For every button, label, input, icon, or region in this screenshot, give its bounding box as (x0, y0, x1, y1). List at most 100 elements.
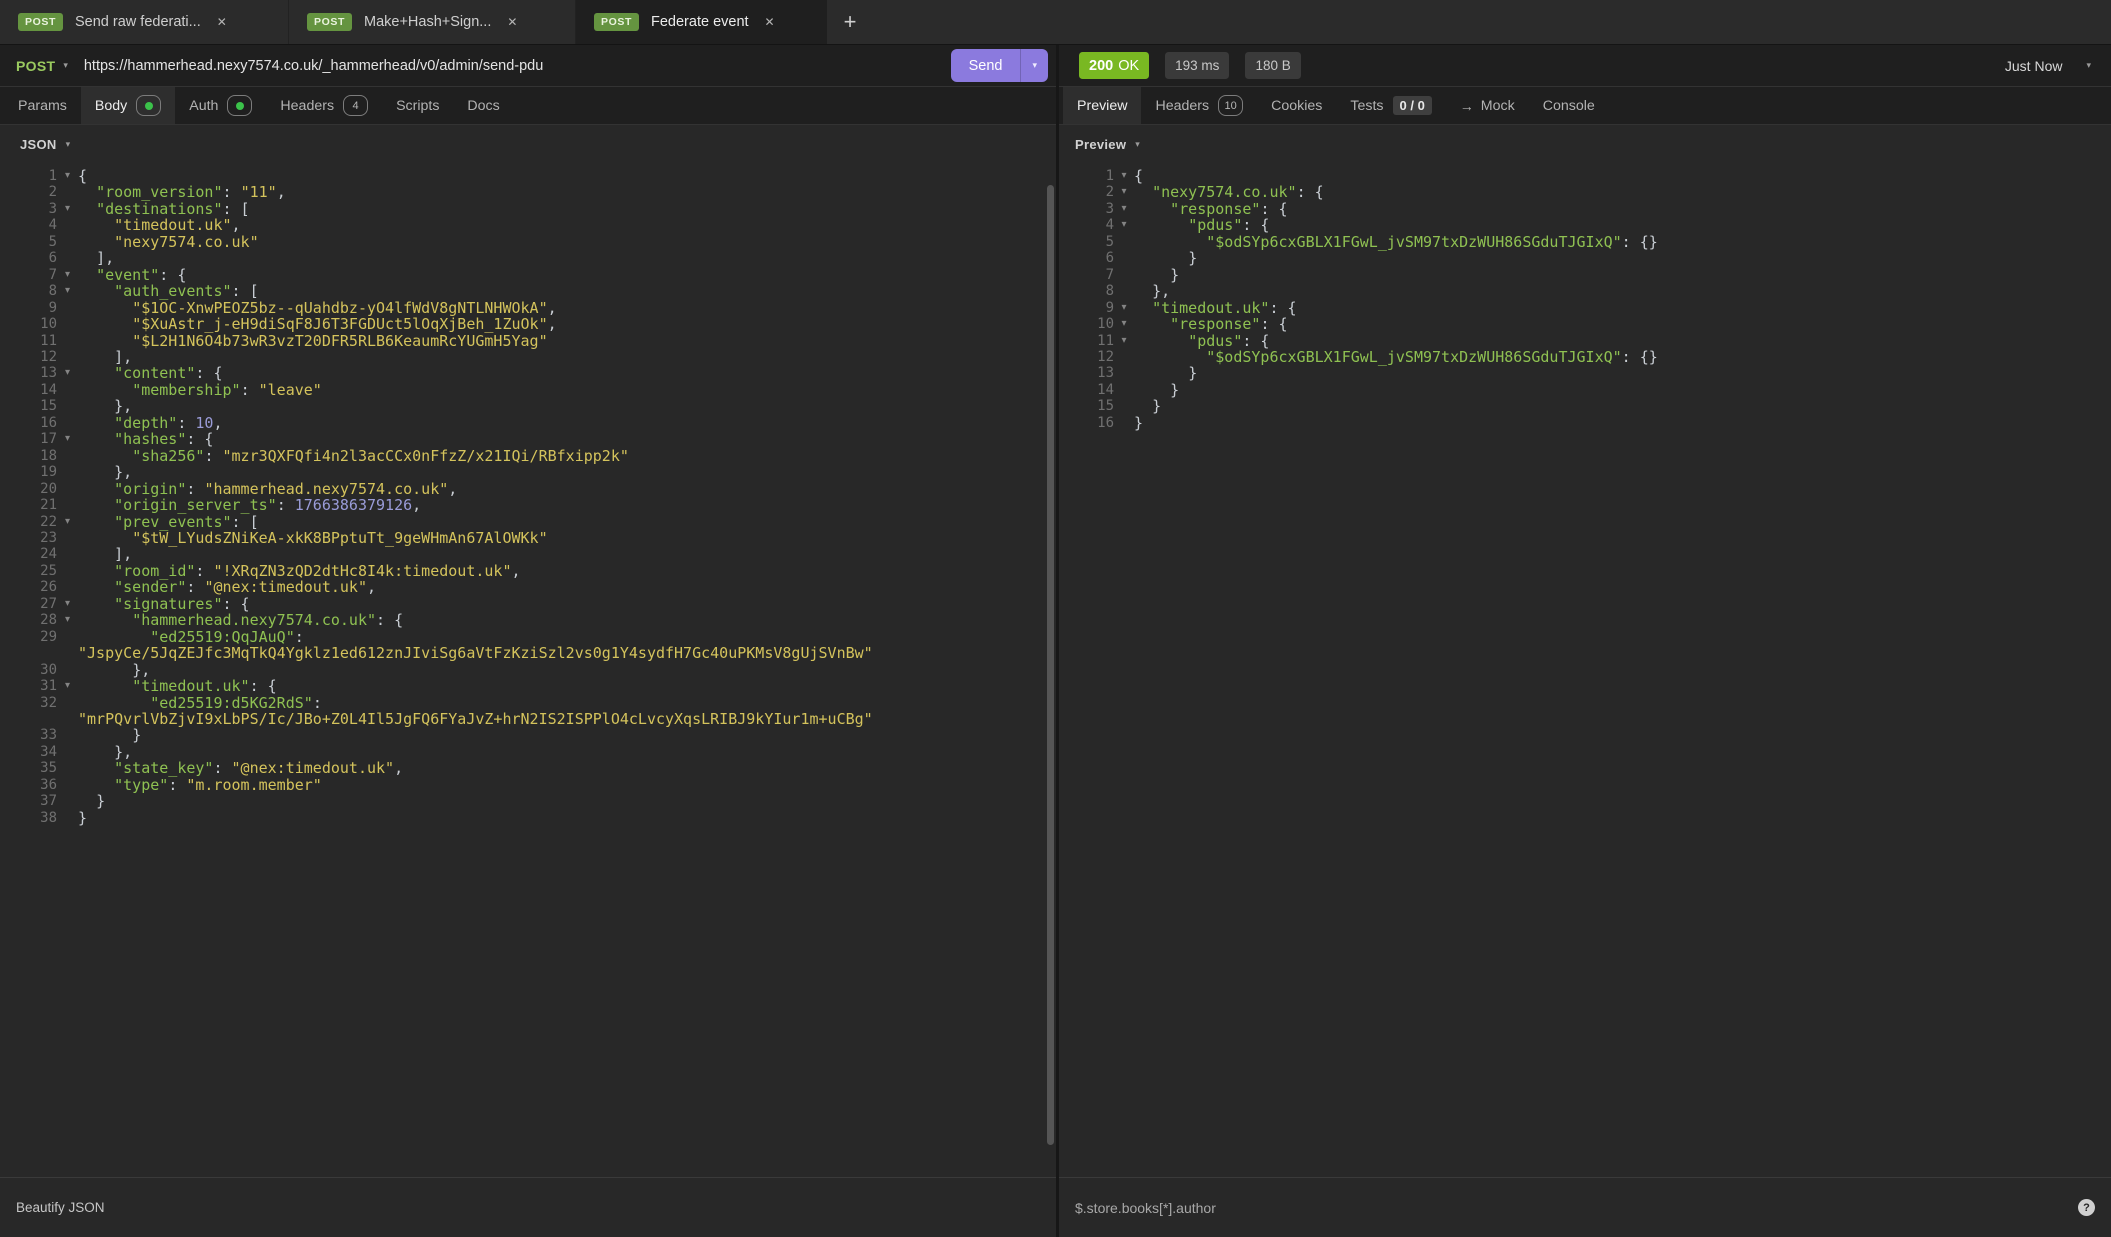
request-body-editor[interactable]: 1▾{2 "room_version": "11",3▾ "destinatio… (0, 163, 1056, 1177)
token-p (1134, 315, 1170, 333)
help-icon[interactable]: ? (2078, 1199, 2095, 1216)
chevron-down-icon[interactable]: ▾ (63, 60, 68, 71)
request-tab-body[interactable]: Body (81, 87, 175, 124)
method-dropdown[interactable]: POST (16, 58, 55, 74)
close-icon[interactable]: ✕ (765, 15, 775, 29)
fold-toggle-icon[interactable]: ▾ (57, 168, 78, 184)
request-tab-scripts[interactable]: Scripts (382, 87, 453, 124)
subtab-label: Auth (189, 98, 218, 114)
code-text: "$odSYp6cxGBLX1FGwL_jvSM97txDzWUH86SGduT… (1134, 234, 2111, 250)
gutter: 8 (1059, 283, 1134, 299)
line-number: 17 (0, 431, 57, 447)
tests-count-badge: 0 / 0 (1393, 96, 1432, 115)
arrow-right-icon: → (1460, 98, 1474, 114)
fold-toggle-icon[interactable]: ▾ (1114, 316, 1134, 332)
fold-toggle-icon[interactable]: ▾ (57, 612, 78, 628)
send-options-chevron-icon[interactable]: ▾ (1021, 60, 1048, 71)
code-text: "membership": "leave" (78, 382, 1056, 398)
response-tab-tests[interactable]: Tests0 / 0 (1336, 87, 1445, 124)
fold-toggle-icon[interactable]: ▾ (57, 365, 78, 381)
line-number: 10 (0, 316, 57, 332)
chevron-down-icon[interactable]: ▾ (2086, 60, 2091, 71)
code-line: 6 } (1059, 250, 2111, 266)
response-view-dropdown[interactable]: Preview (1075, 137, 1126, 152)
token-p: }, (1134, 282, 1170, 300)
gutter: 4 (0, 217, 78, 233)
window-tab-title: Federate event (651, 14, 749, 30)
token-p (78, 233, 114, 251)
fold-toggle-icon[interactable]: ▾ (1114, 184, 1134, 200)
token-p: : { (1260, 200, 1287, 218)
beautify-json-button[interactable]: Beautify JSON (16, 1200, 105, 1215)
token-k: "room_version" (96, 183, 222, 201)
fold-toggle-icon[interactable]: ▾ (1114, 217, 1134, 233)
fold-spacer (57, 349, 78, 365)
gutter: 3▾ (1059, 201, 1134, 217)
chevron-down-icon[interactable]: ▾ (66, 139, 71, 150)
status-code: 200 (1089, 58, 1113, 74)
new-tab-button[interactable]: + (827, 0, 873, 44)
response-tab-headers[interactable]: Headers10 (1141, 87, 1257, 124)
code-line: 6 ], (0, 250, 1056, 266)
fold-toggle-icon[interactable]: ▾ (57, 267, 78, 283)
window-tab-title: Make+Hash+Sign... (364, 14, 491, 30)
request-footer: Beautify JSON (0, 1177, 1056, 1237)
token-p (78, 299, 132, 317)
code-text: }, (78, 744, 1056, 760)
close-icon[interactable]: ✕ (217, 15, 227, 29)
token-p: , (412, 496, 421, 514)
fold-toggle-icon[interactable]: ▾ (57, 283, 78, 299)
fold-toggle-icon[interactable]: ▾ (57, 431, 78, 447)
url-input[interactable]: https://hammerhead.nexy7574.co.uk/_hamme… (84, 58, 543, 74)
window-tab[interactable]: POSTFederate event✕ (576, 0, 827, 44)
gutter: 32 (0, 695, 78, 711)
fold-spacer (1114, 267, 1134, 283)
response-body-viewer[interactable]: 1▾{2▾ "nexy7574.co.uk": {3▾ "response": … (1059, 163, 2111, 1177)
code-text: "origin_server_ts": 1766386379126, (78, 497, 1056, 513)
fold-toggle-icon[interactable]: ▾ (57, 514, 78, 530)
fold-toggle-icon[interactable]: ▾ (1114, 300, 1134, 316)
editor-scrollbar[interactable] (1047, 185, 1054, 1145)
code-line: 11▾ "pdus": { (1059, 333, 2111, 349)
response-view-toolbar: Preview ▾ (1059, 125, 2111, 163)
token-p (78, 447, 132, 465)
fold-toggle-icon[interactable]: ▾ (57, 596, 78, 612)
fold-spacer (57, 382, 78, 398)
response-tab-cookies[interactable]: Cookies (1257, 87, 1336, 124)
token-p: } (1134, 381, 1179, 399)
response-history-dropdown[interactable]: Just Now (2005, 58, 2063, 74)
window-tab[interactable]: POSTSend raw federati...✕ (0, 0, 289, 44)
token-p: ], (78, 348, 132, 366)
request-tab-docs[interactable]: Docs (453, 87, 513, 124)
response-tab-console[interactable]: Console (1529, 87, 1609, 124)
body-language-dropdown[interactable]: JSON (20, 137, 57, 152)
token-p (1134, 348, 1206, 366)
request-tab-auth[interactable]: Auth (175, 87, 266, 124)
response-tab-preview[interactable]: Preview (1063, 87, 1141, 124)
send-button[interactable]: Send ▾ (951, 49, 1048, 82)
fold-spacer (57, 250, 78, 266)
request-tab-params[interactable]: Params (4, 87, 81, 124)
token-k: "state_key" (114, 759, 213, 777)
gutter: 14 (1059, 382, 1134, 398)
fold-toggle-icon[interactable]: ▾ (1114, 333, 1134, 349)
fold-toggle-icon[interactable]: ▾ (1114, 201, 1134, 217)
token-p: }, (78, 743, 132, 761)
response-tab-mock[interactable]: →Mock (1446, 87, 1529, 124)
chevron-down-icon[interactable]: ▾ (1135, 139, 1140, 150)
code-text: "sender": "@nex:timedout.uk", (78, 579, 1056, 595)
jsonpath-filter-input[interactable] (1075, 1200, 2078, 1216)
window-tab[interactable]: POSTMake+Hash+Sign...✕ (289, 0, 576, 44)
code-line: 30 }, (0, 662, 1056, 678)
token-p: : [ (223, 200, 250, 218)
request-tab-headers[interactable]: Headers4 (266, 87, 382, 124)
line-number: 7 (0, 267, 57, 283)
fold-spacer (57, 448, 78, 464)
fold-spacer (57, 744, 78, 760)
fold-toggle-icon[interactable]: ▾ (1114, 168, 1134, 184)
gutter: 12 (0, 349, 78, 365)
fold-toggle-icon[interactable]: ▾ (57, 201, 78, 217)
close-icon[interactable]: ✕ (507, 15, 517, 29)
fold-toggle-icon[interactable]: ▾ (57, 678, 78, 694)
token-k: "origin" (114, 480, 186, 498)
